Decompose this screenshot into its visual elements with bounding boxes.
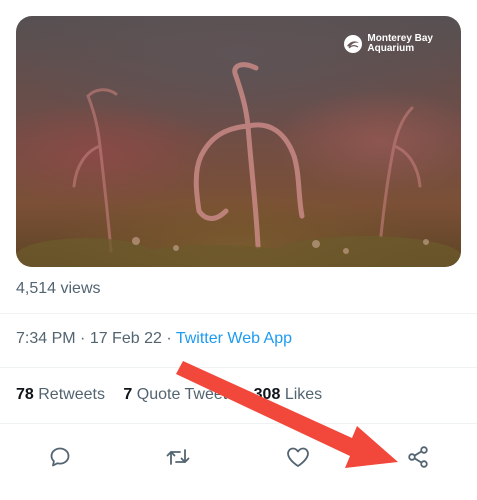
quotes-label: Quote Tweets: [136, 386, 236, 403]
tweet-date[interactable]: 17 Feb 22: [90, 330, 162, 347]
tweet-media[interactable]: Monterey Bay Aquarium: [16, 16, 461, 267]
monterey-bay-aquarium-logo: [344, 35, 363, 53]
tweet-time[interactable]: 7:34 PM: [16, 330, 76, 347]
reply-button[interactable]: [40, 437, 80, 477]
divider: [0, 423, 477, 424]
share-button[interactable]: [398, 437, 438, 477]
speech-bubble-icon: [50, 447, 70, 467]
tweet-source-app[interactable]: Twitter Web App: [176, 330, 292, 347]
tweet-actions: [0, 437, 477, 477]
meta-separator: ·: [161, 330, 176, 347]
heart-icon: [287, 447, 309, 467]
retweet-icon: [166, 449, 190, 465]
retweets-label: Retweets: [38, 386, 105, 403]
divider: [0, 367, 477, 368]
retweet-button[interactable]: [158, 437, 198, 477]
quotes-count: 7: [123, 386, 133, 403]
likes-stat[interactable]: 308 Likes: [254, 386, 323, 403]
retweets-count: 78: [16, 386, 34, 403]
retweets-stat[interactable]: 78 Retweets: [16, 386, 105, 403]
view-count: 4,514 views: [16, 280, 101, 297]
likes-label: Likes: [284, 386, 323, 403]
brand-watermark: Monterey Bay Aquarium: [343, 34, 433, 54]
meta-separator: ·: [75, 330, 90, 347]
divider: [0, 313, 477, 314]
brand-line-2: Aquarium: [367, 43, 415, 54]
likes-count: 308: [253, 386, 281, 403]
share-icon: [408, 446, 428, 468]
like-button[interactable]: [278, 437, 318, 477]
tweet-timestamp: 7:34 PM · 17 Feb 22 · Twitter Web App: [16, 330, 292, 348]
quote-tweets-stat[interactable]: 7 Quote Tweets: [123, 386, 235, 403]
tweet-stats: 78 Retweets 7 Quote Tweets 308 Likes: [16, 386, 336, 404]
